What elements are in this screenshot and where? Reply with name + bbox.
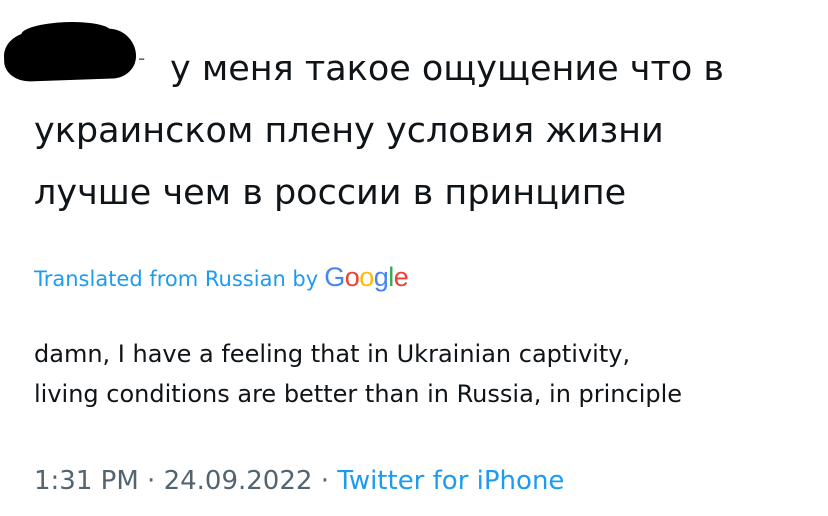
google-letter: G bbox=[324, 262, 345, 292]
google-letter: g bbox=[373, 262, 389, 292]
google-letter: e bbox=[393, 262, 409, 292]
translation-text-line: damn, I have a feeling that in Ukrainian… bbox=[34, 340, 631, 368]
google-letter: o bbox=[359, 262, 374, 292]
original-text-line: у меня такое ощущение что в bbox=[170, 49, 725, 89]
tweet-screenshot: - у меня такое ощущение что в украинском… bbox=[0, 0, 828, 516]
original-text-line: украинском плену условия жизни bbox=[34, 111, 664, 151]
google-letter: o bbox=[344, 262, 360, 292]
original-text-line: лучше чем в россии в принципе bbox=[34, 173, 627, 213]
tweet-translation-text: damn, I have a feeling that in Ukrainian… bbox=[34, 334, 814, 414]
translated-from-label[interactable]: Translated from Russian by bbox=[34, 267, 318, 291]
tweet-original-text: у меня такое ощущение что в украинском п… bbox=[34, 38, 814, 224]
meta-separator: · bbox=[320, 466, 329, 496]
translation-text-line: living conditions are better than in Rus… bbox=[34, 380, 683, 408]
google-logo: Google bbox=[324, 262, 409, 293]
tweet-time[interactable]: 1:31 PM bbox=[34, 466, 139, 496]
tweet-source-link[interactable]: Twitter for iPhone bbox=[337, 466, 564, 496]
tweet-metadata: 1:31 PM · 24.09.2022 · Twitter for iPhon… bbox=[34, 466, 564, 496]
translation-attribution[interactable]: Translated from Russian by Google bbox=[34, 262, 409, 293]
tweet-date[interactable]: 24.09.2022 bbox=[164, 466, 313, 496]
meta-separator: · bbox=[147, 466, 156, 496]
